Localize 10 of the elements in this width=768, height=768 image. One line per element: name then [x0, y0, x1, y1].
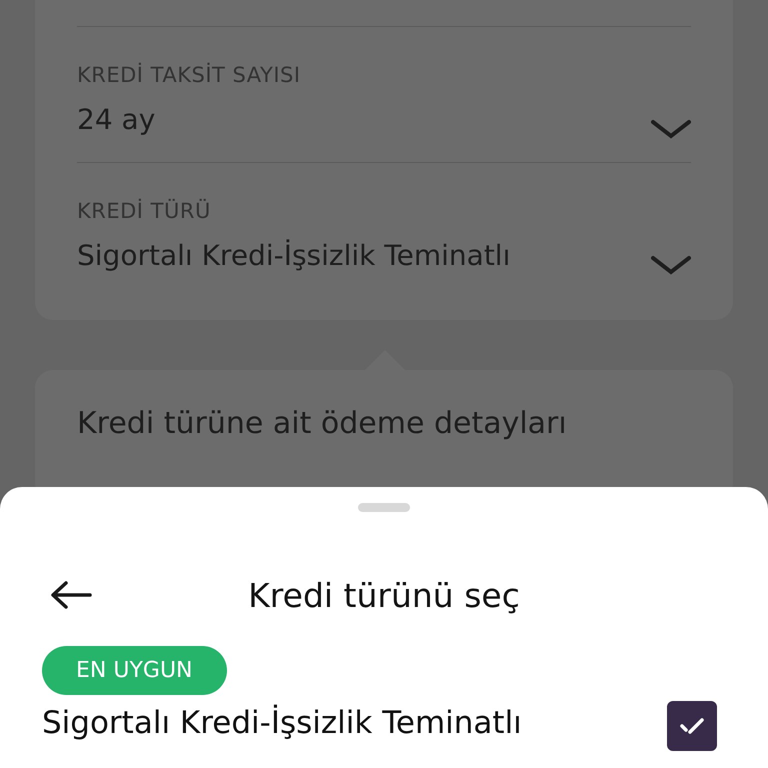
drag-handle[interactable] [358, 503, 410, 512]
dropdown-field[interactable]: KREDİ TÜRÜ Sigortalı Kredi-İşsizlik Teminatlı [77, 163, 691, 292]
best-badge: EN UYGUN [42, 646, 226, 695]
dropdown-field[interactable]: KREDİ TAKSİT SAYISI 24 ay [77, 27, 691, 163]
checkbox[interactable] [667, 701, 717, 751]
option-name[interactable]: Sigortalı Kredi-İşsizlik Teminatlı [42, 705, 522, 741]
chevron-down-icon [651, 118, 691, 140]
sheet-title: Kredi türünü seç [248, 576, 520, 614]
back-arrow-icon[interactable] [50, 580, 92, 610]
chevron-down-icon [651, 254, 691, 276]
